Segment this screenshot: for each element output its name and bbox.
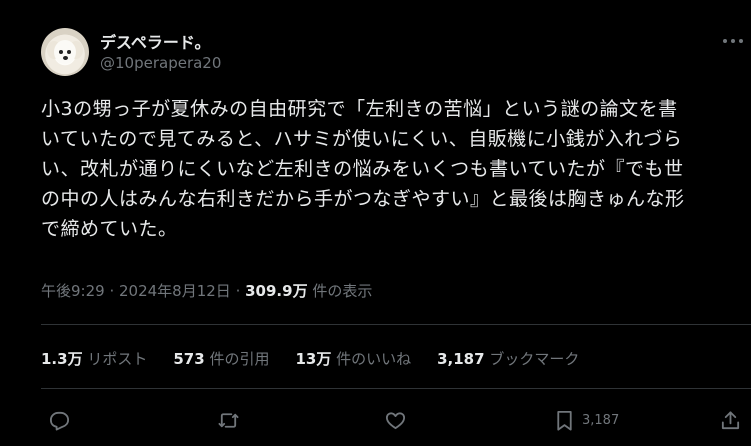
repost-button[interactable] <box>217 408 240 432</box>
tweet-text-line: い、改札が通りにくいなど左利きの悩みをいくつも書いていたが『でも世 <box>41 158 684 180</box>
avatar[interactable] <box>41 28 89 76</box>
reply-button[interactable] <box>48 408 71 432</box>
author-handle[interactable]: @10perapera20 <box>100 54 221 72</box>
tweet-text-line: の中の人はみんな右利きだから手がつなぎやすい』と最後は胸きゅんな形 <box>41 188 685 210</box>
repost-icon <box>218 412 239 428</box>
share-button[interactable] <box>719 408 742 432</box>
author-display-name[interactable]: デスペラード。 <box>100 29 211 53</box>
meta-separator: · <box>230 282 246 300</box>
like-icon <box>385 411 406 429</box>
tweet-text-line: 小3の甥っ子が夏休みの自由研究で「左利きの苦悩」という謎の論文を書 <box>41 98 678 120</box>
more-icon[interactable] <box>723 31 743 51</box>
like-button[interactable] <box>384 408 407 432</box>
tweet-text: 小3の甥っ子が夏休みの自由研究で「左利きの苦悩」という謎の論文を書 いていたので… <box>41 94 741 244</box>
quotes-stat[interactable]: 573 件の引用 <box>173 348 269 369</box>
reply-icon <box>49 411 70 431</box>
likes-stat[interactable]: 13万 件のいいね <box>295 348 411 369</box>
bookmark-icon <box>557 410 572 431</box>
action-bar: 3,187 <box>0 400 751 440</box>
tweet-text-line: で締めていた。 <box>41 218 178 240</box>
tweet-time[interactable]: 午後9:29 <box>41 282 105 300</box>
share-icon <box>721 410 740 429</box>
divider <box>41 324 751 325</box>
reposts-stat[interactable]: 1.3万 リポスト <box>41 348 147 369</box>
tweet-date[interactable]: 2024年8月12日 <box>119 282 231 300</box>
meta-separator: · <box>104 282 119 300</box>
bookmarks-stat[interactable]: 3,187 ブックマーク <box>437 348 579 369</box>
tweet-meta: 午後9:29 · 2024年8月12日 · 309.9万 件の表示 <box>41 280 372 301</box>
engagement-stats: 1.3万 リポスト 573 件の引用 13万 件のいいね 3,187 ブックマー… <box>41 348 605 369</box>
view-count: 309.9万 <box>245 282 308 300</box>
bookmark-button[interactable]: 3,187 <box>553 408 619 432</box>
divider <box>41 388 751 389</box>
view-count-label: 件の表示 <box>307 282 373 300</box>
bookmark-count: 3,187 <box>582 412 620 428</box>
tweet-text-line: いていたので見てみると、ハサミが使いにくい、自販機に小銭が入れづら <box>41 128 683 150</box>
